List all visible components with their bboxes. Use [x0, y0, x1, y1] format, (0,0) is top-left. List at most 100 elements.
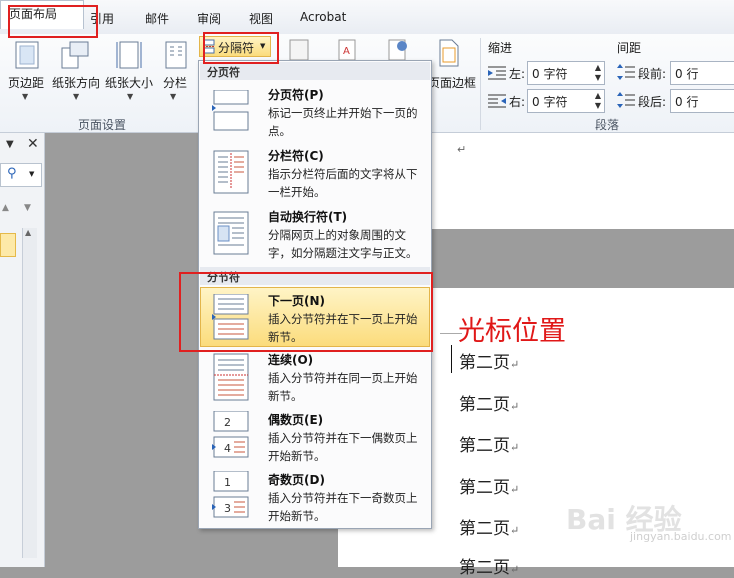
orientation-icon	[61, 41, 89, 69]
column-break-icon	[213, 150, 249, 194]
page-setup-group-label: 页面设置	[78, 118, 127, 132]
spacing-before-label: 段前:	[638, 67, 667, 81]
menu-item-title: 偶数页(E)	[268, 413, 324, 427]
menu-item-continuous[interactable]: 连续(O) 插入分节符并在同一页上开始新节。	[200, 349, 430, 407]
page-borders-button[interactable]: 页面边框	[428, 74, 476, 91]
spin-down-icon[interactable]: ▼	[595, 73, 601, 82]
columns-icon	[165, 41, 187, 69]
menu-item-description: 指示分栏符后面的文字将从下一栏开始。	[268, 167, 418, 199]
margins-button[interactable]: 页边距	[8, 74, 44, 91]
paragraph-mark: ↵	[457, 143, 467, 156]
spin-up-icon[interactable]: ▲	[595, 63, 601, 72]
paper-size-button[interactable]: 纸张大小	[105, 74, 153, 91]
spacing-before-field[interactable]: 0 行	[670, 61, 734, 85]
menu-item-title: 自动换行符(T)	[268, 210, 348, 224]
paper-size-caret: ▼	[127, 92, 134, 101]
watermark-icon: A	[338, 39, 356, 61]
chevron-down-icon[interactable]: ▼	[29, 170, 34, 178]
svg-text:4: 4	[224, 442, 231, 455]
menu-item-description: 插入分节符并在同一页上开始新节。	[268, 371, 418, 403]
scroll-up-icon[interactable]: ▲	[25, 228, 31, 237]
group-separator	[480, 38, 481, 130]
indent-label: 缩进	[488, 41, 513, 55]
highlight-page-layout-tab	[8, 5, 98, 38]
menu-item-page-break[interactable]: 分页符(P) 标记一页终止并开始下一页的点。	[200, 82, 430, 140]
tab-mailings[interactable]: 邮件	[145, 10, 169, 27]
svg-text:1: 1	[224, 476, 231, 489]
line-numbers-icon	[289, 39, 309, 61]
menu-item-title: 连续(O)	[268, 353, 314, 367]
indent-left-value: 0 字符	[532, 67, 568, 81]
search-input[interactable]: ⚲ ▼	[0, 163, 42, 187]
tab-acrobat[interactable]: Acrobat	[300, 10, 346, 24]
document-line: 第二页↵	[459, 558, 520, 578]
spacing-before-icon	[617, 64, 635, 80]
menu-item-text-wrapping-break[interactable]: 自动换行符(T) 分隔网页上的对象周围的文字，如分隔题注文字与正文。	[200, 204, 430, 262]
watermark-url: jingyan.baidu.com	[630, 530, 732, 543]
menu-item-title: 分页符(P)	[268, 88, 324, 102]
spacing-after-field[interactable]: 0 行	[670, 89, 734, 113]
menu-item-odd-page[interactable]: 13 奇数页(D) 插入分节符并在下一奇数页上开始新节。	[200, 469, 430, 527]
spacing-before-value: 0 行	[675, 67, 699, 81]
text-wrapping-break-icon	[213, 211, 249, 255]
nav-up-icon[interactable]: ▲	[2, 203, 9, 213]
spacing-after-icon	[617, 92, 635, 108]
svg-text:2: 2	[224, 416, 231, 429]
menu-item-description: 插入分节符并在下一奇数页上开始新节。	[268, 491, 418, 523]
spacing-label: 间距	[617, 41, 642, 55]
previous-page: ↵	[430, 133, 734, 229]
indent-right-icon	[488, 94, 506, 108]
menu-item-description: 分隔网页上的对象周围的文字，如分隔题注文字与正文。	[268, 228, 418, 260]
menu-item-even-page[interactable]: 24 偶数页(E) 插入分节符并在下一偶数页上开始新节。	[200, 409, 430, 467]
search-icon: ⚲	[7, 166, 17, 181]
nav-heading-item[interactable]	[0, 233, 16, 257]
indent-right-value: 0 字符	[532, 95, 568, 109]
menu-item-description: 插入分节符并在下一偶数页上开始新节。	[268, 431, 418, 463]
spin-up-icon[interactable]: ▲	[595, 91, 601, 100]
even-page-icon: 24	[212, 411, 249, 458]
cursor-position-annotation: 光标位置	[458, 316, 566, 347]
text-cursor	[451, 345, 452, 373]
menu-item-column-break[interactable]: 分栏符(C) 指示分栏符后面的文字将从下一栏开始。	[200, 143, 430, 201]
ribbon-tab-bar: 页面布局 引用 邮件 审阅 视图 Acrobat	[0, 0, 734, 35]
spacing-after-value: 0 行	[675, 95, 699, 109]
indent-left-icon	[488, 66, 506, 80]
spin-down-icon[interactable]: ▼	[595, 101, 601, 110]
columns-button[interactable]: 分栏	[163, 74, 187, 91]
columns-caret: ▼	[170, 92, 177, 101]
orientation-button[interactable]: 纸张方向	[52, 74, 100, 91]
indent-right-label: 右:	[509, 95, 526, 109]
document-line: 第二页↵	[459, 436, 520, 456]
highlight-next-page-item	[179, 272, 433, 352]
menu-item-title: 奇数页(D)	[268, 473, 325, 487]
page-color-icon	[388, 39, 407, 61]
document-line: 第二页↵	[459, 478, 520, 498]
page-breaks-section-header: 分页符	[200, 62, 430, 80]
tab-view[interactable]: 视图	[249, 10, 273, 27]
svg-text:A: A	[343, 46, 350, 57]
paragraph-group-label: 段落	[595, 118, 620, 132]
indent-left-field[interactable]: 0 字符 ▲ ▼	[527, 61, 605, 85]
highlight-breaks-button	[203, 32, 279, 64]
navigation-pane: ▼ ✕ ⚲ ▼ ▲ ▼ ▲	[0, 133, 45, 567]
paper-size-icon	[116, 41, 142, 69]
document-line: 第二页↵	[459, 519, 520, 539]
scrollbar[interactable]: ▲	[22, 228, 37, 558]
indent-right-field[interactable]: 0 字符 ▲ ▼	[527, 89, 605, 113]
document-line: 第二页↵	[459, 353, 520, 373]
close-icon[interactable]: ✕	[27, 136, 39, 152]
orientation-caret: ▼	[73, 92, 80, 101]
pane-menu-icon[interactable]: ▼	[6, 139, 14, 150]
svg-text:3: 3	[224, 502, 231, 515]
page-break-icon	[212, 90, 249, 131]
margins-icon	[15, 41, 39, 69]
margins-caret: ▼	[22, 92, 29, 101]
menu-item-title: 分栏符(C)	[268, 149, 324, 163]
continuous-icon	[213, 353, 249, 401]
document-line: 第二页↵	[459, 395, 520, 415]
page-borders-icon	[439, 39, 459, 67]
tab-review[interactable]: 审阅	[197, 10, 221, 27]
odd-page-icon: 13	[212, 471, 249, 518]
nav-down-icon[interactable]: ▼	[24, 203, 31, 213]
spacing-after-label: 段后:	[638, 95, 667, 109]
